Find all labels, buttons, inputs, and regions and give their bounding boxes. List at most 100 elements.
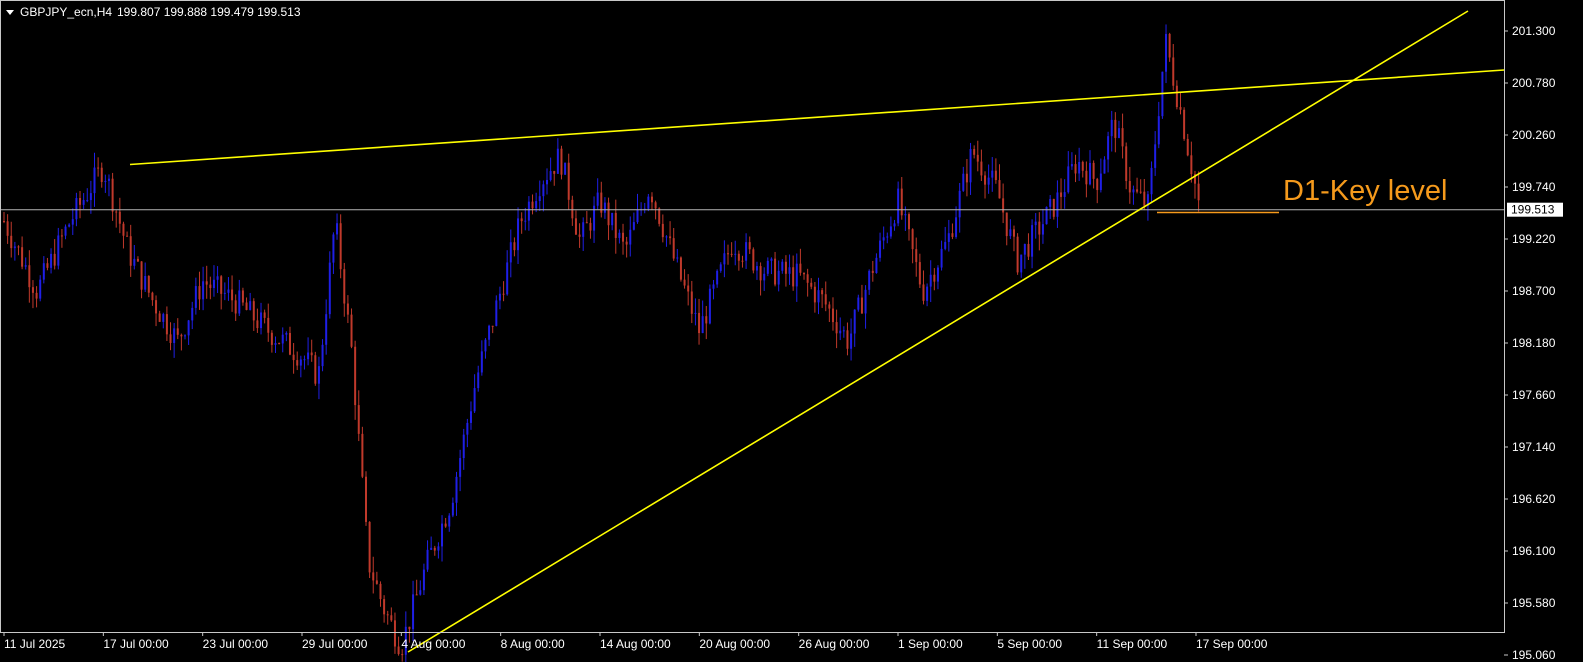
candle-body	[118, 211, 121, 224]
candle-body	[1056, 192, 1059, 217]
candle-body	[422, 569, 425, 591]
candle-body	[270, 332, 273, 345]
candle-body	[1016, 236, 1019, 273]
candle-body	[198, 286, 201, 300]
candle-body	[252, 301, 255, 321]
candle-body	[227, 289, 230, 293]
candle-body	[1121, 128, 1124, 147]
candle-body	[955, 217, 958, 237]
candle-body	[480, 351, 483, 373]
candle-body	[944, 241, 947, 249]
candle-body	[274, 342, 277, 345]
candle-body	[506, 262, 509, 295]
candle-body	[810, 282, 813, 287]
candle-body	[1186, 138, 1189, 156]
candle-body	[64, 226, 67, 236]
candle-body	[984, 175, 987, 185]
candle-body	[1183, 109, 1186, 139]
candle-body	[296, 360, 299, 366]
candle-body	[980, 161, 983, 176]
candle-body	[212, 279, 215, 288]
candle-body	[1038, 221, 1041, 235]
candle-body	[1190, 155, 1193, 175]
candle-body	[596, 192, 599, 206]
candle-body	[777, 270, 780, 285]
candle-body	[144, 275, 147, 290]
candle-body	[1150, 167, 1153, 195]
candle-body	[1103, 159, 1106, 174]
candle-body	[346, 303, 349, 315]
candle-body	[839, 330, 842, 334]
x-tick-label: 17 Sep 00:00	[1196, 637, 1268, 651]
candle-body	[799, 263, 802, 273]
candle-body	[933, 274, 936, 282]
candle-body	[546, 179, 548, 185]
candle-body	[549, 171, 552, 180]
candle-body	[723, 253, 726, 265]
candle-body	[585, 222, 588, 224]
candle-body	[658, 208, 661, 224]
candle-body	[951, 233, 954, 237]
candle-body	[176, 328, 179, 335]
candle-body	[498, 293, 501, 301]
candle-body	[687, 285, 690, 292]
candle-body	[1063, 192, 1066, 197]
x-tick-label: 14 Aug 00:00	[600, 637, 671, 651]
x-tick-label: 20 Aug 00:00	[699, 637, 770, 651]
candle-body	[136, 258, 139, 262]
candle-body	[111, 178, 114, 212]
candle-body	[307, 352, 310, 360]
candle-body	[973, 149, 976, 155]
candle-body	[155, 300, 158, 314]
candle-body	[39, 279, 42, 299]
candle-body	[1027, 243, 1030, 257]
candle-body	[162, 314, 165, 322]
price-chart[interactable]: D1-Key level GBPJPY_ecn,H4 199.807 199.8…	[0, 0, 1583, 662]
candle-body	[741, 260, 744, 262]
candle-body	[459, 458, 462, 477]
candle-body	[571, 199, 574, 219]
candle-body	[401, 654, 404, 656]
candle-body	[180, 334, 183, 337]
candle-body	[1070, 164, 1073, 167]
key-level-label: D1-Key level	[1283, 175, 1447, 207]
candle-body	[915, 249, 918, 263]
candle-body	[1041, 224, 1044, 235]
candle-body	[466, 422, 469, 435]
candle-body	[947, 233, 950, 242]
candle-body	[191, 307, 194, 321]
y-tick-label: 195.060	[1512, 648, 1556, 662]
candle-body	[752, 249, 755, 271]
candle-body	[379, 583, 382, 600]
candle-body	[900, 188, 903, 216]
candle-body	[1099, 173, 1102, 191]
candle-body	[35, 292, 38, 299]
x-tick-label: 11 Sep 00:00	[1097, 637, 1168, 651]
candle-body	[1092, 162, 1095, 179]
candle-body	[71, 219, 74, 225]
candle-body	[803, 272, 806, 275]
candle-body	[792, 267, 795, 287]
candle-body	[853, 309, 856, 334]
y-tick-label: 200.780	[1512, 76, 1556, 90]
candle-body	[332, 234, 335, 263]
candle-body	[766, 260, 769, 274]
candle-body	[672, 238, 675, 259]
candle-body	[1136, 189, 1139, 192]
candle-body	[774, 258, 777, 285]
candle-body	[455, 476, 458, 503]
candle-body	[929, 274, 932, 287]
candle-body	[1157, 116, 1160, 145]
candle-body	[1154, 144, 1157, 168]
candle-body	[994, 170, 997, 181]
candle-body	[451, 502, 454, 516]
candle-body	[477, 372, 480, 389]
y-tick-label: 197.140	[1512, 440, 1556, 454]
candle-body	[1175, 85, 1178, 108]
candle-body	[527, 201, 530, 221]
candle-body	[850, 333, 853, 349]
candle-body	[310, 352, 313, 356]
candle-body	[491, 325, 494, 327]
candle-body	[140, 261, 143, 290]
candle-body	[737, 253, 740, 261]
